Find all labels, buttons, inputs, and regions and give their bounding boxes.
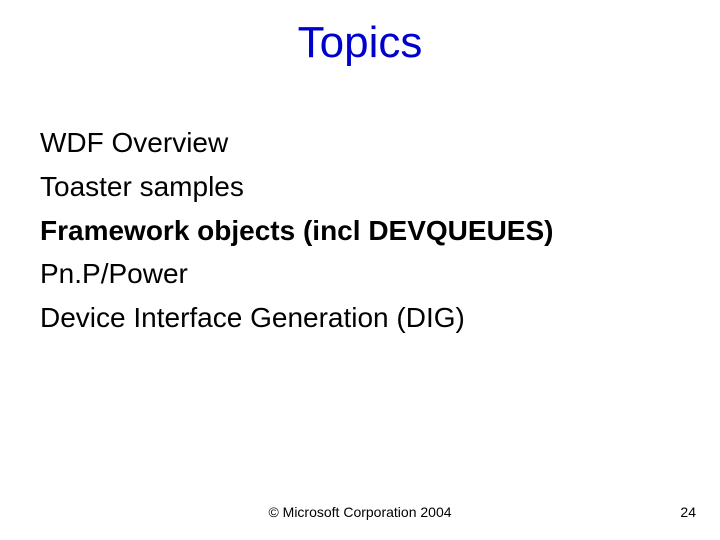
list-item: Device Interface Generation (DIG) [40, 299, 680, 337]
topic-list: WDF Overview Toaster samples Framework o… [40, 124, 680, 343]
list-item: Framework objects (incl DEVQUEUES) [40, 212, 680, 250]
list-item: Toaster samples [40, 168, 680, 206]
page-number: 24 [680, 504, 696, 520]
footer-copyright: © Microsoft Corporation 2004 [0, 504, 720, 520]
list-item: WDF Overview [40, 124, 680, 162]
list-item: Pn.P/Power [40, 255, 680, 293]
slide-title: Topics [0, 18, 720, 68]
slide: Topics WDF Overview Toaster samples Fram… [0, 0, 720, 540]
